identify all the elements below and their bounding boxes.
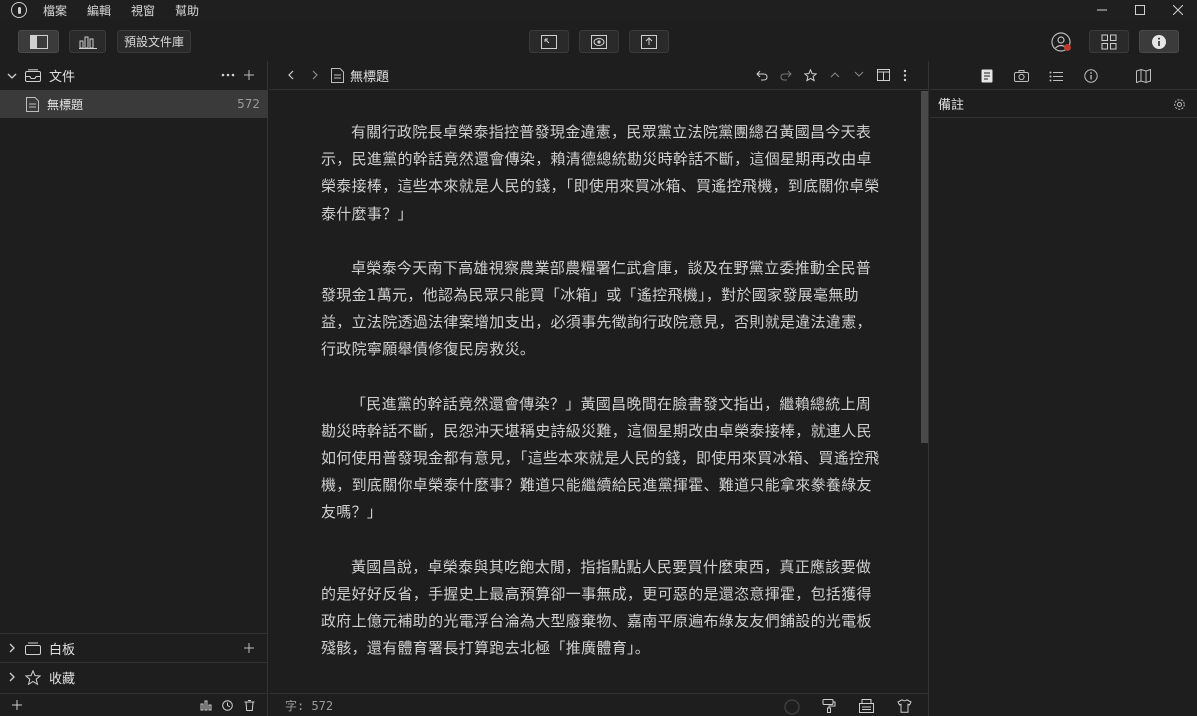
more-vertical-icon[interactable] <box>903 69 907 82</box>
eye-icon <box>591 34 607 49</box>
sidebar-layout-icon <box>29 34 48 49</box>
close-icon <box>1173 5 1183 15</box>
library-label: 預設文件庫 <box>124 35 185 49</box>
tab-info-icon[interactable] <box>1083 68 1099 84</box>
chevron-down-icon[interactable] <box>854 71 864 78</box>
tab-map-icon[interactable] <box>1135 68 1151 84</box>
library-button[interactable]: 預設文件庫 <box>117 30 191 53</box>
notes-header: 備註 <box>930 90 1197 118</box>
files-section-title: 文件 <box>49 70 76 85</box>
document-icon <box>331 67 344 83</box>
toolbar: 預設文件庫 <box>0 20 1197 61</box>
preview-button[interactable] <box>579 30 619 53</box>
add-whiteboard-icon[interactable] <box>244 643 254 653</box>
notes-title: 備註 <box>938 98 965 113</box>
menu-file[interactable]: 檔案 <box>41 2 69 19</box>
chart-icon <box>78 36 97 49</box>
menu-help[interactable]: 幫助 <box>173 2 201 19</box>
paragraph: 有關行政院長卓榮泰指控普發現金違憲，民眾黨立法院黨團總召黃國昌今天表示，民進黨的… <box>321 123 880 223</box>
info-icon <box>1152 34 1166 49</box>
minimize-button[interactable] <box>1083 0 1121 20</box>
favorites-section-header[interactable]: 收藏 <box>0 662 268 691</box>
editor: 無標題 有關行政院長卓榮泰指控普發現金違憲，民眾黨立法院黨團總召黃國昌今天表示，… <box>269 61 929 716</box>
star-icon <box>25 669 41 685</box>
progress-ring-icon[interactable] <box>784 699 800 715</box>
chevron-down-icon[interactable] <box>7 71 17 81</box>
share-icon <box>641 34 657 49</box>
extensions-button[interactable] <box>1089 30 1129 53</box>
menubar: 檔案 編輯 視窗 幫助 <box>0 0 1197 20</box>
chevron-right-icon[interactable] <box>7 643 17 653</box>
export-button[interactable] <box>629 30 669 53</box>
files-section-header[interactable]: 文件 <box>0 61 268 90</box>
chevron-right-icon[interactable] <box>7 672 17 682</box>
paragraph: 黃國昌說，卓榮泰與其吃飽太閒，指指點點人民要買什麼東西，真正應該要做的是好好反省… <box>321 557 872 658</box>
paragraph: 「民進黨的幹話竟然還會傳染？」黃國昌晚間在臉書發文指出，繼賴總統上周勘災時幹話不… <box>321 394 880 522</box>
focus-mode-button[interactable] <box>529 30 569 53</box>
info-panel-button[interactable] <box>1139 30 1179 53</box>
more-icon[interactable] <box>221 70 235 80</box>
undo-icon[interactable] <box>756 70 768 81</box>
typewriter-icon[interactable] <box>859 699 874 713</box>
add-icon[interactable] <box>12 700 22 710</box>
split-view-icon[interactable] <box>877 69 890 81</box>
word-count: 字: 572 <box>285 698 334 713</box>
file-word-count: 572 <box>237 97 260 111</box>
theme-shirt-icon[interactable] <box>897 699 912 713</box>
statistics-button[interactable] <box>69 30 106 53</box>
grid-icon <box>1101 34 1117 49</box>
history-icon[interactable] <box>222 700 233 711</box>
whiteboard-section-header[interactable]: 白板 <box>0 633 268 662</box>
document-icon <box>26 96 39 112</box>
add-file-icon[interactable] <box>244 70 254 80</box>
minimize-icon <box>1097 9 1107 11</box>
tab-outline-list-icon[interactable] <box>1048 68 1064 84</box>
menu-window[interactable]: 視窗 <box>129 2 157 19</box>
editor-title: 無標題 <box>350 69 390 85</box>
star-icon[interactable] <box>804 69 817 82</box>
maximize-icon <box>1135 5 1145 15</box>
favorites-section-title: 收藏 <box>49 671 76 687</box>
maximize-button[interactable] <box>1121 0 1159 20</box>
menu-edit[interactable]: 編輯 <box>85 2 113 19</box>
stats-icon[interactable] <box>200 700 212 711</box>
notes-panel: 備註 <box>930 61 1197 716</box>
account-button[interactable] <box>1051 32 1071 52</box>
paragraph: 卓榮泰今天南下高雄視察農業部農糧署仁武倉庫，談及在野黨立委推動全民普發現金1萬元… <box>321 258 872 359</box>
forward-icon[interactable] <box>311 70 319 80</box>
editor-footer: 字: 572 <box>269 693 929 716</box>
user-icon <box>1051 32 1071 52</box>
window-controls <box>1083 0 1197 20</box>
file-list-item[interactable]: 無標題 572 <box>0 90 268 118</box>
app-logo-icon[interactable] <box>11 2 27 18</box>
editor-scrollbar[interactable] <box>921 91 928 443</box>
close-button[interactable] <box>1159 0 1197 20</box>
sidebar: 文件 無標題 572 白板 收藏 <box>0 61 268 716</box>
sidebar-footer <box>0 693 268 716</box>
tab-notes-icon[interactable] <box>979 68 995 84</box>
whiteboard-section-title: 白板 <box>49 642 76 658</box>
editor-content[interactable]: 有關行政院長卓榮泰指控普發現金違憲，民眾黨立法院黨團總召黃國昌今天表示，民進黨的… <box>321 119 881 689</box>
fullscreen-icon <box>541 34 557 49</box>
trash-icon[interactable] <box>244 700 255 711</box>
editor-header: 無標題 <box>269 61 929 90</box>
back-icon[interactable] <box>287 70 295 80</box>
tab-snapshot-camera-icon[interactable] <box>1013 68 1029 84</box>
settings-gear-icon[interactable] <box>1173 98 1186 111</box>
redo-icon[interactable] <box>780 70 792 81</box>
file-name: 無標題 <box>47 97 84 112</box>
paint-brush-icon[interactable] <box>822 699 836 713</box>
chevron-up-icon[interactable] <box>830 71 840 78</box>
toggle-sidebar-button[interactable] <box>18 30 59 53</box>
whiteboard-icon <box>25 642 41 655</box>
panel-tabs <box>930 61 1197 90</box>
inbox-icon <box>25 69 41 82</box>
